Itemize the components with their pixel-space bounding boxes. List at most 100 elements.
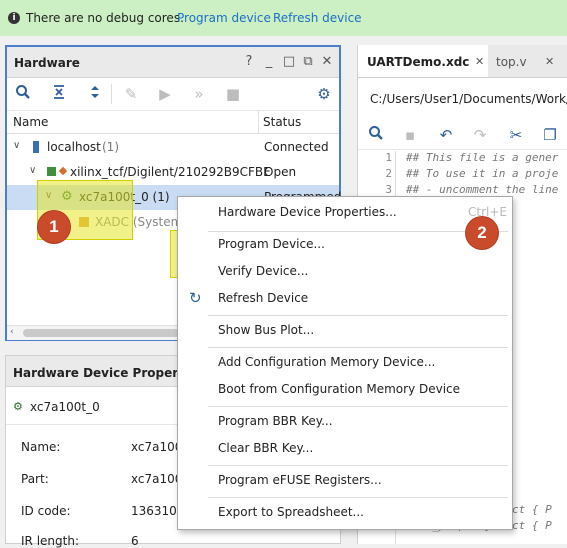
- debug-status-bar: i There are no debug cores. Program devi…: [0, 0, 567, 36]
- column-status-header[interactable]: Status: [263, 115, 301, 129]
- property-label: IR length:: [21, 534, 79, 548]
- hardware-panel-header: Hardware ? _ □ ⧉ ✕: [7, 47, 339, 78]
- menu-separator: [208, 497, 508, 498]
- menu-item-show-bus-plot[interactable]: Show Bus Plot...: [178, 318, 512, 345]
- tree-row-localhost[interactable]: ∨ localhost (1) Connected: [7, 135, 339, 160]
- program-device-link[interactable]: Program device: [177, 11, 271, 25]
- menu-item-program-efuse-registers[interactable]: Program eFUSE Registers...: [178, 468, 512, 495]
- editor-tabs: UARTDemo.xdc ✕ top.v ✕: [358, 45, 567, 78]
- refresh-device-link[interactable]: Refresh device: [273, 11, 362, 25]
- menu-item-hardware-device-properties[interactable]: Hardware Device Properties... Ctrl+E: [178, 200, 512, 227]
- menu-item-label: Show Bus Plot...: [218, 323, 315, 337]
- tab-label: UARTDemo.xdc: [367, 55, 470, 69]
- search-icon[interactable]: [366, 125, 386, 145]
- connection-icon: [58, 166, 68, 176]
- save-icon[interactable]: ▪: [400, 125, 420, 145]
- editor-toolbar: ▪ ↶ ↷ ✂ ❐: [358, 119, 567, 150]
- menu-item-export-to-spreadsheet[interactable]: Export to Spreadsheet...: [178, 500, 512, 527]
- menu-item-boot-from-configuration-memory[interactable]: Boot from Configuration Memory Device: [178, 377, 512, 404]
- menu-item-add-configuration-memory[interactable]: Add Configuration Memory Device...: [178, 350, 512, 377]
- code-text: ## To use it in a proje: [406, 167, 559, 180]
- debug-message: There are no debug cores.: [26, 11, 184, 25]
- menu-item-refresh-device[interactable]: ↻ Refresh Device: [178, 286, 512, 313]
- step-badge-2: 2: [466, 217, 498, 249]
- menu-item-label: Add Configuration Memory Device...: [218, 355, 436, 369]
- property-label: Name:: [21, 440, 61, 454]
- menu-item-clear-bbr-key[interactable]: Clear BBR Key...: [178, 436, 512, 463]
- column-name-header[interactable]: Name: [13, 115, 48, 129]
- server-icon: [33, 141, 39, 153]
- hardware-tree-header: Name Status: [7, 111, 339, 134]
- tab-uartdemo-xdc[interactable]: UARTDemo.xdc ✕: [358, 45, 488, 77]
- menu-item-label: Program BBR Key...: [218, 414, 333, 428]
- line-number: 2: [385, 167, 392, 180]
- menu-item-shortcut: Ctrl+E: [468, 205, 507, 219]
- help-icon[interactable]: ?: [242, 55, 256, 69]
- chevron-down-icon[interactable]: ∨: [29, 165, 39, 176]
- gear-icon[interactable]: ⚙: [314, 84, 334, 104]
- collapse-all-icon[interactable]: [49, 84, 69, 104]
- close-icon[interactable]: ✕: [320, 55, 334, 69]
- undo-icon[interactable]: ↶: [436, 125, 456, 145]
- expand-all-icon[interactable]: [85, 84, 105, 104]
- maximize-icon[interactable]: □: [282, 55, 296, 69]
- close-icon[interactable]: ✕: [475, 55, 484, 68]
- scroll-left-icon[interactable]: ‹: [10, 327, 14, 337]
- auto-connect-icon[interactable]: ✎: [121, 84, 141, 104]
- menu-item-label: Program Device...: [218, 237, 325, 251]
- code-text: ## This file is a gener: [406, 151, 559, 164]
- hardware-toolbar: ✎ ▶ » ■ ⚙: [7, 78, 339, 111]
- tree-row-label: xilinx_tcf/Digilent/210292B9CFBE: [70, 165, 271, 179]
- menu-separator: [208, 347, 508, 348]
- close-icon[interactable]: ✕: [545, 55, 554, 68]
- tab-top-v[interactable]: top.v: [496, 55, 527, 69]
- chip-icon: ⚙: [13, 400, 23, 413]
- cut-icon[interactable]: ✂: [506, 125, 526, 145]
- menu-item-label: Refresh Device: [218, 291, 309, 305]
- column-divider[interactable]: [258, 111, 259, 133]
- menu-item-label: Boot from Configuration Memory Device: [218, 382, 461, 396]
- menu-separator: [208, 465, 508, 466]
- hardware-panel-title: Hardware: [14, 56, 80, 70]
- menu-item-program-device[interactable]: Program Device...: [178, 232, 512, 259]
- refresh-icon: ↻: [189, 289, 202, 307]
- toolbar-separator: [111, 84, 112, 104]
- stop-trigger-icon[interactable]: ■: [223, 84, 243, 104]
- menu-item-verify-device[interactable]: Verify Device...: [178, 259, 512, 286]
- chevron-down-icon[interactable]: ∨: [13, 140, 23, 151]
- menu-item-label: Export to Spreadsheet...: [218, 505, 364, 519]
- property-value: 6: [131, 534, 139, 548]
- run-trigger-immediate-icon[interactable]: »: [189, 84, 209, 104]
- minimize-icon[interactable]: _: [262, 55, 276, 69]
- property-label: Part:: [21, 472, 49, 486]
- search-icon[interactable]: [13, 84, 33, 104]
- tree-row-count: (1): [102, 140, 119, 154]
- tree-row-label: localhost: [47, 140, 101, 154]
- info-icon: i: [8, 12, 20, 24]
- line-number: 3: [385, 183, 392, 196]
- tree-row-status: Connected: [264, 140, 329, 154]
- run-trigger-icon[interactable]: ▶: [155, 84, 175, 104]
- menu-item-label: Program eFUSE Registers...: [218, 473, 382, 487]
- file-path: C:/Users/User1/Documents/Work/Ne: [370, 92, 567, 106]
- menu-item-label: Hardware Device Properties...: [218, 205, 397, 219]
- copy-icon[interactable]: ❐: [540, 125, 560, 145]
- menu-item-program-bbr-key[interactable]: Program BBR Key...: [178, 409, 512, 436]
- line-number: 1: [385, 151, 392, 164]
- properties-title: Hardware Device Properties: [13, 366, 204, 380]
- code-line[interactable]: 1 ## This file is a gener: [358, 151, 567, 166]
- menu-separator: [208, 406, 508, 407]
- properties-device-name: xc7a100t_0: [30, 400, 100, 414]
- code-text: ## - uncomment the line: [406, 183, 559, 196]
- redo-icon[interactable]: ↷: [470, 125, 490, 145]
- menu-item-label: Clear BBR Key...: [218, 441, 314, 455]
- property-label: ID code:: [21, 504, 71, 518]
- menu-separator: [208, 315, 508, 316]
- step-badge-1: 1: [38, 211, 70, 243]
- target-icon: [47, 167, 56, 176]
- code-line[interactable]: 2 ## To use it in a proje: [358, 167, 567, 182]
- menu-item-label: Verify Device...: [218, 264, 309, 278]
- float-icon[interactable]: ⧉: [301, 55, 315, 69]
- device-context-menu: Hardware Device Properties... Ctrl+E Pro…: [177, 196, 513, 530]
- tree-row-status: Open: [264, 165, 297, 179]
